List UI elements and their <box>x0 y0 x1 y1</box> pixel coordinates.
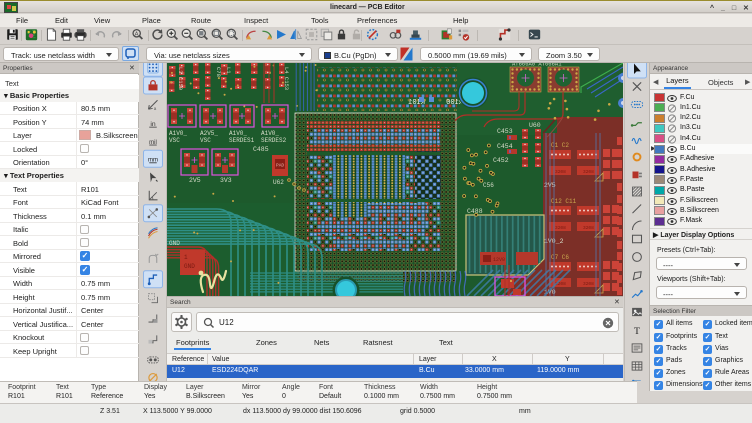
svg-text:3208: 3208 <box>555 225 566 231</box>
svg-text:L4 C153: L4 C153 <box>283 67 290 90</box>
svg-text:3V3: 3V3 <box>220 177 232 184</box>
svg-text:AT666A0 AT666A1: AT666A0 AT666A1 <box>512 63 562 68</box>
svg-text:A: A <box>135 32 139 38</box>
svg-text:A1V0_: A1V0_ <box>229 130 247 137</box>
svg-text:SERDES2: SERDES2 <box>261 137 287 144</box>
svg-text:T: T <box>634 326 640 337</box>
svg-text:C56: C56 <box>483 182 494 189</box>
svg-text:U60: U60 <box>529 122 541 129</box>
svg-text:A1V0_: A1V0_ <box>169 130 187 137</box>
svg-text:L1: L1 <box>225 67 232 74</box>
svg-text:C485: C485 <box>253 146 269 153</box>
svg-text:C12 C11: C12 C11 <box>551 198 577 205</box>
svg-text:A2V5_: A2V5_ <box>200 130 218 137</box>
svg-text:C454: C454 <box>497 143 513 150</box>
svg-text:3208: 3208 <box>555 169 566 175</box>
svg-text:SERDES1: SERDES1 <box>229 137 255 144</box>
svg-text:a: a <box>154 106 157 111</box>
svg-text:GND: GND <box>184 263 195 270</box>
svg-text:12V0: 12V0 <box>493 257 505 263</box>
svg-text:2V5: 2V5 <box>189 177 201 184</box>
svg-text:A1V0_: A1V0_ <box>261 130 279 137</box>
svg-text:U62: U62 <box>273 179 284 186</box>
svg-text:L3 C159: L3 C159 <box>177 67 184 90</box>
svg-text:C452: C452 <box>493 157 509 164</box>
svg-text:C453: C453 <box>497 128 513 135</box>
svg-text:VSC: VSC <box>169 137 180 144</box>
svg-text:PAD: PAD <box>276 163 284 169</box>
svg-text:3208: 3208 <box>583 169 594 175</box>
svg-text:VSC: VSC <box>200 137 211 144</box>
svg-text:C78: C78 <box>215 67 222 77</box>
svg-text:1: 1 <box>184 254 188 261</box>
svg-text:3208: 3208 <box>583 225 594 231</box>
svg-text:GND: GND <box>169 240 180 247</box>
svg-text:C488: C488 <box>467 208 483 215</box>
svg-text:3208: 3208 <box>583 281 594 287</box>
